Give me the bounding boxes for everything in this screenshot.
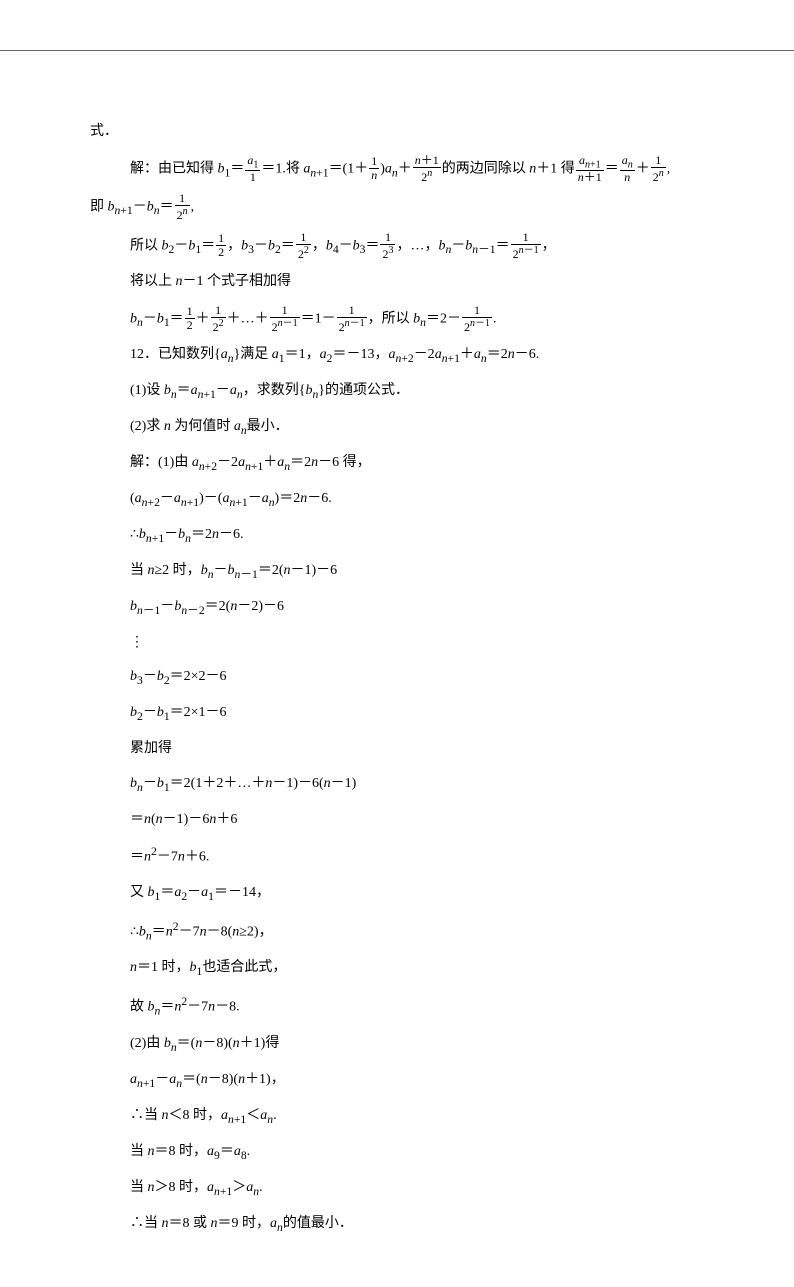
text-line-11: ∴bn+1－bn＝2n－6. bbox=[130, 522, 704, 550]
text-line-9: 解：(1)由 an+2－2an+1＋an＝2n－6 得， bbox=[130, 450, 704, 478]
text-line-20: ＝n2－7n＋6. bbox=[130, 841, 704, 871]
text-line-16: b2－b1＝2×1－6 bbox=[130, 700, 704, 728]
text-line-12: 当 n≥2 时，bn－bn－1＝2(n－1)－6 bbox=[130, 558, 704, 586]
page-content: 式． 解：由已知得 b1＝a11＝1.将 an+1＝(1＋1n)an＋n＋12n的… bbox=[0, 50, 794, 1287]
text-line-18: bn－b1＝2(1＋2＋…＋n－1)－6(n－1) bbox=[130, 771, 704, 799]
text-line-5: bn－b1＝12＋122＋…＋12n－1＝1－12n－1，所以 bn＝2－12n… bbox=[130, 304, 704, 334]
text-line-14: ⋮ bbox=[130, 630, 704, 657]
text-line-22: ∴bn＝n2－7n－8(n≥2)， bbox=[130, 916, 704, 948]
text-line-2: 即 bn+1－bn＝12n, bbox=[90, 192, 704, 222]
text-line-24: 故 bn＝n2－7n－8. bbox=[130, 991, 704, 1023]
text-line-4: 将以上 n－1 个式子相加得 bbox=[130, 269, 704, 296]
text-line-0: 式． bbox=[90, 119, 704, 146]
text-line-6: 12．已知数列{an}满足 a1＝1，a2＝－13，an+2－2an+1＋an＝… bbox=[130, 342, 704, 370]
text-line-1: 解：由已知得 b1＝a11＝1.将 an+1＝(1＋1n)an＋n＋12n的两边… bbox=[130, 154, 704, 185]
text-line-19: ＝n(n－1)－6n＋6 bbox=[130, 807, 704, 834]
text-line-25: (2)由 bn＝(n－8)(n＋1)得 bbox=[130, 1031, 704, 1059]
text-line-8: (2)求 n 为何值时 an最小． bbox=[130, 414, 704, 442]
text-line-10: (an+2－an+1)－(an+1－an)＝2n－6. bbox=[130, 486, 704, 514]
text-line-17: 累加得 bbox=[130, 736, 704, 763]
text-line-13: bn－1－bn－2＝2(n－2)－6 bbox=[130, 594, 704, 622]
text-line-7: (1)设 bn＝an+1－an，求数列{bn}的通项公式． bbox=[130, 378, 704, 406]
text-line-30: ∴当 n＝8 或 n＝9 时，an的值最小． bbox=[130, 1211, 704, 1239]
text-line-27: ∴当 n＜8 时，an+1＜an. bbox=[130, 1103, 704, 1131]
text-line-3: 所以 b2－b1＝12，b3－b2＝122，b4－b3＝123，…，bn－bn－… bbox=[130, 231, 704, 261]
text-line-21: 又 b1＝a2－a1＝－14， bbox=[130, 880, 704, 908]
text-line-15: b3－b2＝2×2－6 bbox=[130, 664, 704, 692]
text-line-26: an+1－an＝(n－8)(n＋1)， bbox=[130, 1067, 704, 1095]
text-line-29: 当 n＞8 时，an+1＞an. bbox=[130, 1175, 704, 1203]
text-line-28: 当 n＝8 时，a9＝a8. bbox=[130, 1139, 704, 1167]
text-line-23: n＝1 时，b1也适合此式， bbox=[130, 955, 704, 983]
